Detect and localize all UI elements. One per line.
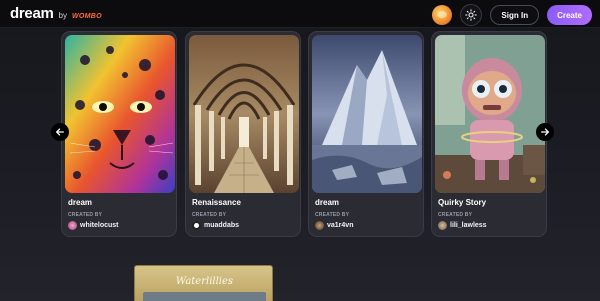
- arrow-right-icon: [541, 128, 549, 136]
- featured-artwork-preview[interactable]: Waterlillies: [134, 265, 273, 301]
- artwork-card[interactable]: Renaissance CREATED BY muaddabs: [185, 31, 301, 237]
- carousel-prev-button[interactable]: [51, 123, 69, 141]
- artwork-image[interactable]: [435, 35, 545, 193]
- card-title: dream: [68, 198, 93, 207]
- creator-link[interactable]: va1r4vn: [315, 221, 353, 230]
- sun-icon: [465, 9, 478, 21]
- artwork-card[interactable]: dream CREATED BY whitelocust: [61, 31, 177, 237]
- created-by-label: CREATED BY: [438, 212, 473, 218]
- creator-avatar: [68, 221, 77, 230]
- creator-avatar: [315, 221, 324, 230]
- wombo-logo: WOMBO: [71, 13, 102, 20]
- created-by-label: CREATED BY: [315, 212, 350, 218]
- card-title: Quirky Story: [438, 198, 487, 207]
- brand-by: by: [58, 11, 67, 20]
- carousel-next-button[interactable]: [536, 123, 554, 141]
- featured-carousel: dream CREATED BY whitelocust Renaissance…: [0, 31, 600, 237]
- creator-avatar: [438, 221, 447, 230]
- artwork-image[interactable]: [312, 35, 422, 193]
- artwork-card[interactable]: dream CREATED BY va1r4vn: [308, 31, 424, 237]
- brand-logo[interactable]: dream by WOMBO: [10, 5, 102, 23]
- brand-name: dream: [10, 5, 54, 22]
- card-title: dream: [315, 198, 340, 207]
- create-button[interactable]: Create: [547, 5, 592, 25]
- creator-link[interactable]: lili_lawless: [438, 221, 487, 230]
- creator-link[interactable]: whitelocust: [68, 221, 119, 230]
- creator-name: va1r4vn: [327, 222, 354, 229]
- preview-title: Waterlillies: [175, 276, 234, 287]
- artwork-image[interactable]: [65, 35, 175, 193]
- preview-image: [143, 292, 266, 301]
- artwork-card[interactable]: Quirky Story CREATED BY lili_lawless: [431, 31, 547, 237]
- profile-avatar[interactable]: [432, 5, 453, 25]
- arrow-left-icon: [56, 128, 64, 136]
- sign-in-button[interactable]: Sign In: [490, 5, 540, 25]
- created-by-label: CREATED BY: [192, 212, 227, 218]
- card-title: Renaissance: [192, 198, 241, 207]
- creator-name: muaddabs: [204, 222, 240, 229]
- artwork-image[interactable]: [189, 35, 299, 193]
- creator-link[interactable]: muaddabs: [192, 221, 239, 230]
- theme-toggle-button[interactable]: [460, 4, 483, 26]
- creator-name: lili_lawless: [450, 222, 487, 229]
- creator-name: whitelocust: [80, 222, 119, 229]
- created-by-label: CREATED BY: [68, 212, 103, 218]
- top-bar: dream by WOMBO Sign In Create: [0, 0, 600, 28]
- creator-avatar: [192, 221, 201, 230]
